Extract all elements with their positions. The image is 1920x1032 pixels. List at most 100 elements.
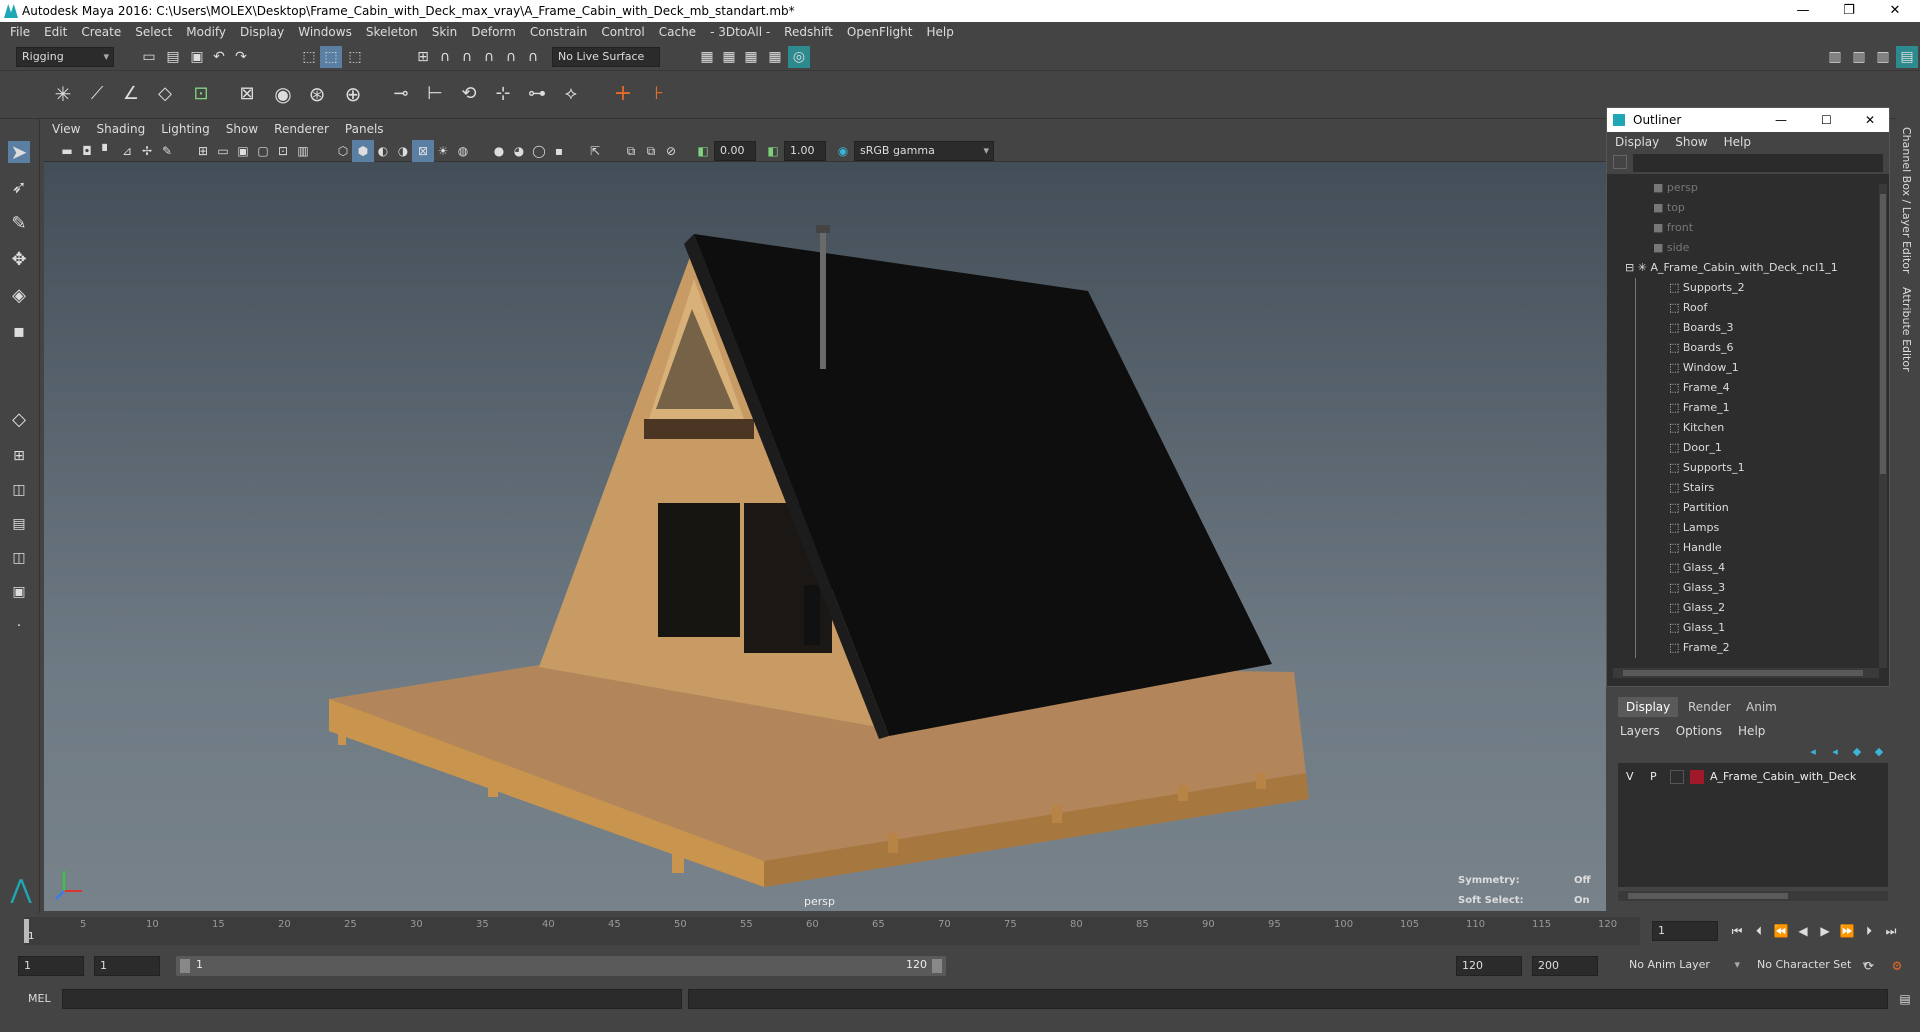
wireframe-icon[interactable]: ⬡ bbox=[332, 140, 354, 162]
menu-edit[interactable]: Edit bbox=[37, 22, 74, 43]
anim-layer-dropdown[interactable]: No Anim Layer bbox=[1624, 956, 1744, 976]
shadows-icon[interactable]: ☀ bbox=[432, 140, 454, 162]
new-layer-icon[interactable]: ◆ bbox=[1846, 741, 1868, 763]
film-gate-icon[interactable]: ▭ bbox=[212, 140, 234, 162]
play-backwards-icon[interactable]: ◀ bbox=[1792, 920, 1814, 942]
select-component-icon[interactable]: ⬚ bbox=[344, 46, 366, 68]
outliner-item-top[interactable]: ■ top bbox=[1607, 198, 1685, 218]
menu-deform[interactable]: Deform bbox=[464, 22, 523, 43]
single-view-layout-icon[interactable]: ◇ bbox=[8, 409, 30, 431]
render-view-icon[interactable]: ◎ bbox=[788, 46, 810, 68]
side-by-side-layout-icon[interactable]: ◫ bbox=[8, 479, 30, 501]
layer-visibility-toggle[interactable]: V bbox=[1626, 767, 1634, 787]
outliner-menu-display[interactable]: Display bbox=[1607, 135, 1667, 149]
play-forwards-icon[interactable]: ▶ bbox=[1814, 920, 1836, 942]
redo-icon[interactable]: ↷ bbox=[230, 46, 252, 68]
outliner-item-child[interactable]: ⬚ Glass_2 bbox=[1607, 598, 1725, 618]
command-input[interactable] bbox=[62, 989, 682, 1009]
move-layer-down-icon[interactable]: ◂ bbox=[1824, 741, 1846, 763]
outliner-close-button[interactable]: ✕ bbox=[1865, 108, 1875, 132]
mode-dropdown[interactable]: Rigging bbox=[16, 47, 114, 67]
outliner-menu-help[interactable]: Help bbox=[1716, 135, 1759, 149]
paint-select-icon[interactable]: ✎ bbox=[8, 213, 30, 235]
outliner-item-child[interactable]: ⬚ Frame_1 bbox=[1607, 398, 1730, 418]
tab-anim[interactable]: Anim bbox=[1738, 697, 1785, 717]
playback-end-field[interactable]: 120 bbox=[1456, 956, 1522, 976]
joint-tool-icon[interactable]: ✳ bbox=[52, 83, 74, 105]
locator-icon[interactable]: + bbox=[612, 83, 634, 105]
menu-cache[interactable]: Cache bbox=[652, 22, 703, 43]
script-editor-icon[interactable]: ▤ bbox=[1894, 988, 1916, 1010]
outliner-item-side[interactable]: ■ side bbox=[1607, 238, 1689, 258]
close-button[interactable]: ✕ bbox=[1872, 0, 1918, 22]
snap-point-icon[interactable]: ∩ bbox=[456, 46, 478, 68]
layer-menu-layers[interactable]: Layers bbox=[1612, 724, 1668, 738]
go-to-start-icon[interactable]: ⏮ bbox=[1726, 920, 1748, 942]
wrap-icon[interactable]: ⊛ bbox=[306, 83, 328, 105]
outliner-item-child[interactable]: ⬚ Door_1 bbox=[1607, 438, 1722, 458]
cluster-icon[interactable]: ◉ bbox=[272, 83, 294, 105]
grid-toggle-icon[interactable]: ⊞ bbox=[192, 140, 214, 162]
image-plane-icon[interactable]: ⊿ bbox=[116, 140, 138, 162]
step-back-frame-icon[interactable]: ⏴ bbox=[1748, 920, 1770, 942]
step-forward-key-icon[interactable]: ⏩ bbox=[1836, 920, 1858, 942]
new-layer-selected-icon[interactable]: ◆ bbox=[1868, 741, 1890, 763]
tab-render[interactable]: Render bbox=[1680, 697, 1739, 717]
render-settings-icon[interactable]: ▦ bbox=[740, 46, 762, 68]
outliner-item-child[interactable]: ⬚ Partition bbox=[1607, 498, 1729, 518]
snap-view-icon[interactable]: ∩ bbox=[478, 46, 500, 68]
backface-icon[interactable]: ⊘ bbox=[660, 140, 682, 162]
select-object-icon[interactable]: ⬚ bbox=[320, 46, 342, 68]
animation-start-field[interactable]: 1 bbox=[18, 956, 84, 976]
outliner-item-child[interactable]: ⬚ Glass_3 bbox=[1607, 578, 1725, 598]
vp-menu-renderer[interactable]: Renderer bbox=[266, 119, 337, 140]
outliner-item-child[interactable]: ⬚ Frame_2 bbox=[1607, 638, 1730, 658]
screen-space-ao-icon[interactable]: ◍ bbox=[452, 140, 474, 162]
gamma-field[interactable]: 1.00 bbox=[784, 141, 826, 161]
outliner-minimize-button[interactable]: — bbox=[1775, 108, 1787, 132]
outliner-item-child[interactable]: ⬚ Frame_4 bbox=[1607, 378, 1730, 398]
range-slider[interactable]: 1 120 bbox=[176, 956, 946, 976]
outliner-vscrollbar[interactable] bbox=[1879, 184, 1887, 668]
vp-menu-shading[interactable]: Shading bbox=[88, 119, 153, 140]
move-layer-up-icon[interactable]: ◂ bbox=[1802, 741, 1824, 763]
ik-handle-icon[interactable]: ⟋ bbox=[86, 83, 108, 105]
wire-icon[interactable]: ⊕ bbox=[342, 83, 364, 105]
outliner-item-persp[interactable]: ■ persp bbox=[1607, 178, 1698, 198]
color-management-icon[interactable]: ◉ bbox=[832, 140, 854, 162]
ik-spline-icon[interactable]: ∠ bbox=[120, 83, 142, 105]
menu-create[interactable]: Create bbox=[74, 22, 128, 43]
auto-key-icon[interactable]: ⟳ bbox=[1858, 955, 1880, 977]
resolution-gate-icon[interactable]: ▣ bbox=[232, 140, 254, 162]
select-tool-icon[interactable]: ➤ bbox=[8, 141, 30, 163]
xray-icon[interactable]: ⇱ bbox=[584, 140, 606, 162]
tool-settings-toggle-icon[interactable]: ▥ bbox=[1872, 46, 1894, 68]
menu-control[interactable]: Control bbox=[594, 22, 651, 43]
filter-icon[interactable] bbox=[1613, 155, 1627, 169]
parent-constraint-icon[interactable]: ⊸ bbox=[390, 83, 412, 105]
bookmark-icon[interactable]: ▘ bbox=[96, 140, 118, 162]
camera-select-icon[interactable]: ▬ bbox=[56, 140, 78, 162]
smooth-bind-icon[interactable]: ⊡ bbox=[190, 83, 212, 105]
range-slider-left-handle[interactable] bbox=[180, 959, 190, 973]
outliner-menu-show[interactable]: Show bbox=[1667, 135, 1715, 149]
current-frame-field[interactable]: 1 bbox=[1652, 921, 1718, 941]
menu-constrain[interactable]: Constrain bbox=[523, 22, 595, 43]
layer-menu-options[interactable]: Options bbox=[1668, 724, 1730, 738]
menu-openflight[interactable]: OpenFlight bbox=[840, 22, 920, 43]
layer-hscrollbar[interactable] bbox=[1618, 891, 1888, 901]
lasso-tool-icon[interactable]: ➶ bbox=[8, 177, 30, 199]
gamma-icon[interactable]: ◧ bbox=[762, 140, 784, 162]
undo-icon[interactable]: ↶ bbox=[208, 46, 230, 68]
outliner-item-child[interactable]: ⬚ Handle bbox=[1607, 538, 1722, 558]
step-forward-frame-icon[interactable]: ⏵ bbox=[1858, 920, 1880, 942]
range-slider-right-handle[interactable] bbox=[932, 959, 942, 973]
outliner-item-child[interactable]: ⬚ Window_1 bbox=[1607, 358, 1739, 378]
lattice-icon[interactable]: ⊠ bbox=[236, 83, 258, 105]
menu-display[interactable]: Display bbox=[233, 22, 291, 43]
modeling-toolkit-icon[interactable]: ▥ bbox=[1824, 46, 1846, 68]
colorspace-dropdown[interactable]: sRGB gamma bbox=[854, 141, 994, 161]
hypershade-icon[interactable]: ▦ bbox=[764, 46, 786, 68]
menu-file[interactable]: File bbox=[0, 22, 37, 43]
outliner-item-child[interactable]: ⬚ Kitchen bbox=[1607, 418, 1724, 438]
